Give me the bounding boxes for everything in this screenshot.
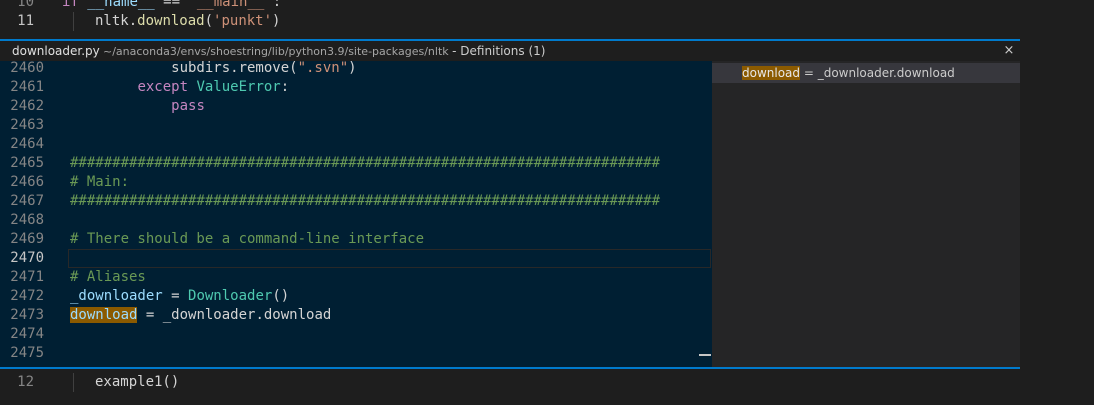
code-token: ValueError — [196, 79, 281, 95]
line-number: 12 — [17, 374, 34, 390]
code-token: = — [162, 288, 189, 304]
peek-filename[interactable]: downloader.py — [12, 41, 100, 61]
line-number: 10 — [17, 0, 34, 10]
peek-line-2465: 2465 ####################################… — [0, 154, 712, 173]
code-token: ) — [348, 61, 357, 76]
peek-border-bottom — [0, 367, 1020, 369]
line-number: 2468 — [10, 212, 44, 228]
code-token: = _downloader.download — [137, 307, 332, 323]
peek-line-2469: 2469 # There should be a command-line int… — [0, 230, 712, 249]
line-number: 2466 — [10, 174, 44, 190]
peek-line-2473: 2473 download = _downloader.download — [0, 306, 712, 325]
peek-line-2474: 2474 — [0, 325, 712, 344]
code-token: # Aliases — [70, 269, 146, 285]
code-token: pass — [171, 98, 205, 114]
line-number: 2470 — [10, 250, 44, 266]
code-text: example1() — [95, 374, 180, 390]
code-token: _downloader — [70, 288, 163, 304]
peek-line-2464: 2464 — [0, 135, 712, 154]
editor-line-11: 11 nltk.download('punkt') — [0, 12, 1094, 31]
close-icon[interactable]: × — [1002, 41, 1016, 61]
peek-definition-widget: downloader.py ~/anaconda3/envs/shoestrin… — [0, 39, 1020, 369]
code-token: () — [272, 288, 290, 304]
line-number: 2474 — [10, 326, 44, 342]
code-text: if __name__ == '__main__': — [62, 0, 282, 10]
editor-line-12: 12 example1() — [0, 373, 1094, 392]
line-number: 2465 — [10, 155, 44, 171]
scrollbar-marker[interactable] — [699, 354, 711, 356]
peek-line-2461: 2461 except ValueError: — [0, 78, 712, 97]
reference-item[interactable]: download = _downloader.download — [712, 63, 1020, 83]
code-token: # Main: — [70, 174, 130, 190]
peek-line-2468: 2468 — [0, 211, 712, 230]
code-token: Downloader — [188, 288, 273, 304]
line-number: 2462 — [10, 98, 44, 114]
line-number: 2460 — [10, 61, 44, 76]
code-token: : — [280, 79, 290, 95]
line-number: 2461 — [10, 79, 44, 95]
line-number: 2472 — [10, 288, 44, 304]
line-number: 2469 — [10, 231, 44, 247]
editor-line-10: 10 if __name__ == '__main__': — [0, 0, 1094, 12]
peek-editor[interactable]: 2475 2474 2473 download = _downloader.downl… — [0, 61, 712, 367]
indent-guide — [73, 373, 74, 392]
code-text: _downloader = Downloader() — [70, 287, 289, 306]
peek-file-path: ~/anaconda3/envs/shoestring/lib/python3.… — [103, 44, 546, 58]
code-text: # Main: — [70, 173, 129, 192]
peek-line-2472: 2472 _downloader = Downloader() — [0, 287, 712, 306]
line-number: 11 — [17, 13, 34, 29]
peek-line-2463: 2463 — [0, 116, 712, 135]
code-text: # Aliases — [70, 268, 146, 287]
reference-text: download = _downloader.download — [742, 66, 955, 80]
peek-header: downloader.py ~/anaconda3/envs/shoestrin… — [0, 41, 1020, 61]
line-number: 2464 — [10, 136, 44, 152]
current-line-highlight — [68, 249, 711, 268]
code-text: pass — [70, 97, 205, 116]
code-token: ".svn" — [297, 61, 349, 76]
code-token: download — [70, 307, 138, 323]
code-token: ########################################… — [70, 193, 661, 209]
code-token: ########################################… — [70, 155, 661, 171]
peek-line-2467: 2467 ####################################… — [0, 192, 712, 211]
peek-line-2475: 2475 — [0, 344, 712, 363]
code-text: nltk.download('punkt') — [95, 13, 281, 29]
peek-line-2470: 2470 — [0, 249, 712, 268]
line-number: 2463 — [10, 117, 44, 133]
peek-line-2462: 2462 pass — [0, 97, 712, 116]
code-token: subdirs.remove( — [70, 61, 298, 76]
line-number: 2475 — [10, 345, 44, 361]
line-number: 2467 — [10, 193, 44, 209]
code-text: subdirs.remove(".svn") — [70, 61, 357, 78]
peek-line-2471: 2471 # Aliases — [0, 268, 712, 287]
peek-references-tree: download = _downloader.download — [712, 61, 1020, 367]
code-text: ########################################… — [70, 154, 660, 173]
line-number: 2471 — [10, 269, 44, 285]
peek-body: 2475 2474 2473 download = _downloader.downl… — [0, 61, 1020, 367]
peek-line-2460: 2460 subdirs.remove(".svn") — [0, 61, 712, 78]
peek-line-2466: 2466 # Main: — [0, 173, 712, 192]
code-text: download = _downloader.download — [70, 306, 331, 325]
code-token: except — [137, 79, 189, 95]
code-text: except ValueError: — [70, 78, 289, 97]
peek-definitions-count: - Definitions (1) — [452, 44, 546, 58]
code-text: ########################################… — [70, 192, 660, 211]
code-token: # There should be a command-line interfa… — [70, 231, 425, 247]
code-text: # There should be a command-line interfa… — [70, 230, 424, 249]
line-number: 2473 — [10, 307, 44, 323]
indent-guide — [73, 12, 74, 31]
